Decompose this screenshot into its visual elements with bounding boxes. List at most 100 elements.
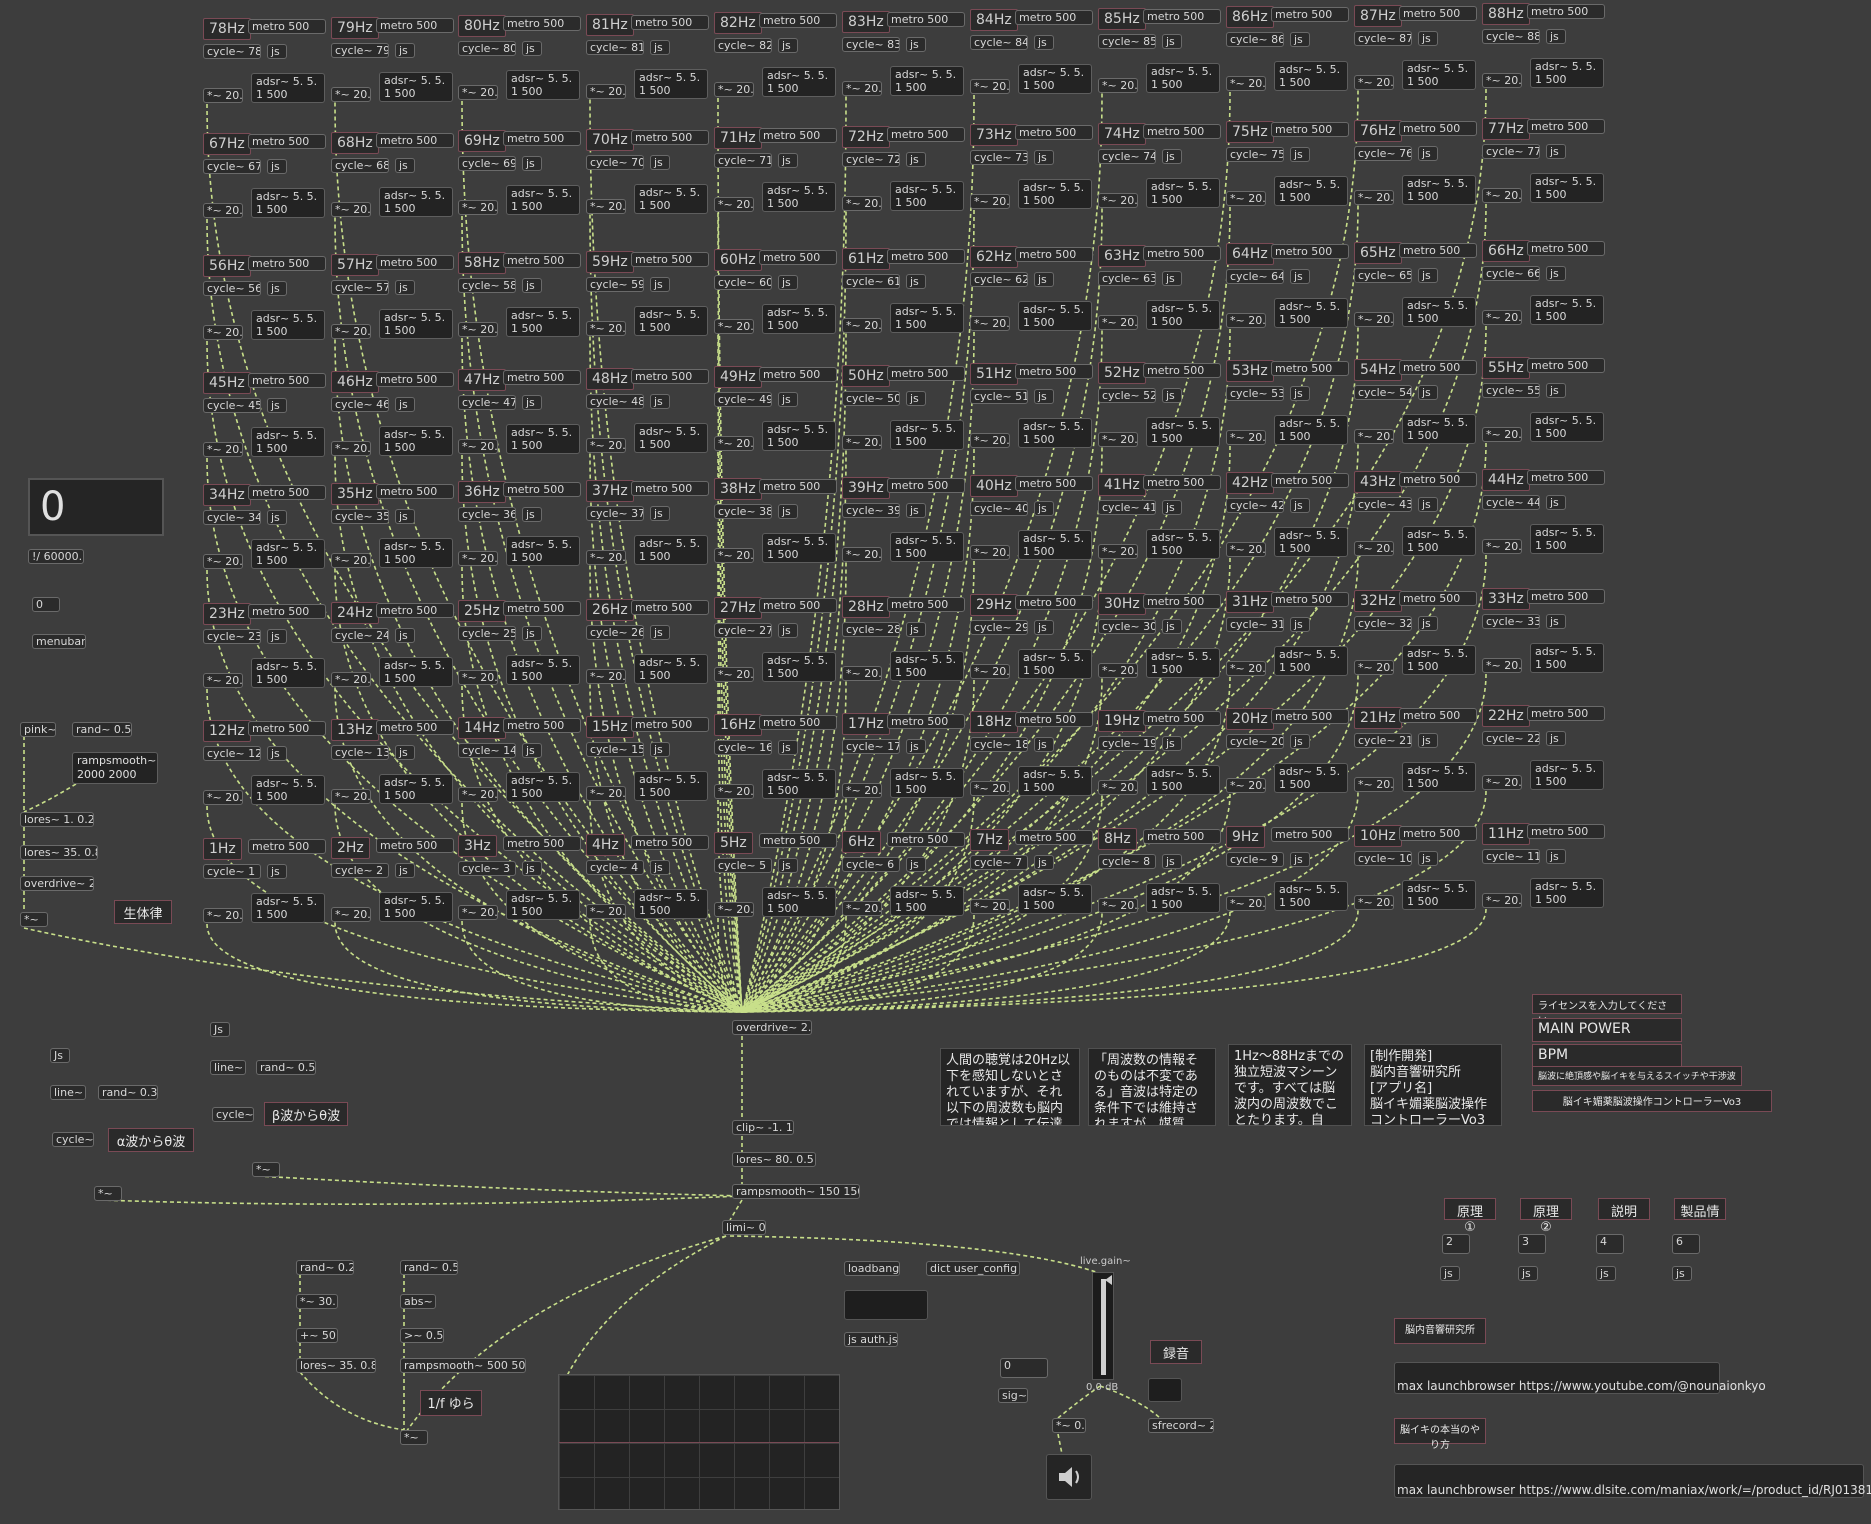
hz-button[interactable]: 14Hz: [458, 717, 506, 739]
metro-object[interactable]: metro 500: [503, 16, 581, 31]
hz-button[interactable]: 20Hz: [1226, 708, 1274, 730]
metro-object[interactable]: metro 500: [631, 716, 709, 732]
adsr-object[interactable]: adsr~ 5. 5. 1 500: [890, 419, 964, 450]
principle-1-number[interactable]: 2: [1442, 1234, 1470, 1254]
adsr-object[interactable]: adsr~ 5. 5. 1 500: [1146, 416, 1220, 447]
js-object[interactable]: js: [267, 746, 287, 761]
adsr-object[interactable]: adsr~ 5. 5. 1 500: [890, 885, 964, 916]
cycle-object[interactable]: cycle~ 2: [331, 862, 389, 878]
yuragi-add-object[interactable]: +~ 50.: [296, 1328, 338, 1343]
mul-object[interactable]: *~ 20.: [458, 670, 498, 685]
mul-object[interactable]: *~ 20.: [842, 80, 882, 96]
adsr-object[interactable]: adsr~ 5. 5. 1 500: [1146, 647, 1220, 678]
adsr-object[interactable]: adsr~ 5. 5. 1 500: [890, 650, 964, 681]
js-object[interactable]: js: [778, 392, 798, 407]
hz-button[interactable]: 39Hz: [842, 476, 890, 499]
adsr-object[interactable]: adsr~ 5. 5. 1 500: [506, 536, 580, 566]
adsr-object[interactable]: adsr~ 5. 5. 1 500: [634, 888, 708, 919]
js-object[interactable]: js: [395, 42, 415, 58]
mul-object[interactable]: *~ 20.: [331, 201, 371, 217]
adsr-object[interactable]: adsr~ 5. 5. 1 500: [1146, 299, 1220, 330]
mul-object[interactable]: *~ 20.: [842, 434, 882, 450]
adsr-object[interactable]: adsr~ 5. 5. 1 500: [634, 653, 708, 684]
metro-object[interactable]: metro 500: [1527, 358, 1605, 373]
metro-object[interactable]: metro 500: [759, 13, 837, 28]
lab-howto-button[interactable]: 脳イキの本当のやり方: [1394, 1418, 1486, 1451]
mul-object[interactable]: *~ 20.: [1226, 661, 1266, 676]
metro-object[interactable]: metro 500: [1271, 592, 1349, 607]
cycle-object[interactable]: cycle~ 23: [203, 629, 261, 644]
yuragi-lores-object[interactable]: lores~ 35. 0.8: [296, 1358, 376, 1373]
adsr-object[interactable]: adsr~ 5. 5. 1 500: [1530, 878, 1604, 908]
adsr-object[interactable]: adsr~ 5. 5. 1 500: [379, 186, 453, 217]
adsr-object[interactable]: adsr~ 5. 5. 1 500: [1274, 415, 1348, 445]
js-object[interactable]: js: [778, 740, 798, 755]
lores-object-2[interactable]: lores~ 35. 0.8: [20, 845, 98, 860]
js-object[interactable]: js: [1546, 266, 1566, 281]
js-object[interactable]: js: [1418, 384, 1438, 400]
adsr-object[interactable]: adsr~ 5. 5. 1 500: [762, 67, 836, 97]
hz-button[interactable]: 67Hz: [203, 133, 251, 155]
js-object[interactable]: js: [1034, 737, 1054, 752]
master-rampsmooth-object[interactable]: rampsmooth~ 150 150: [732, 1184, 860, 1199]
hz-button[interactable]: 61Hz: [842, 247, 890, 270]
js-object[interactable]: js: [267, 159, 287, 174]
cycle-object[interactable]: cycle~ 26: [586, 624, 644, 640]
adsr-object[interactable]: adsr~ 5. 5. 1 500: [379, 891, 453, 922]
metro-object[interactable]: metro 500: [1399, 5, 1477, 21]
metro-object[interactable]: metro 500: [1271, 709, 1349, 724]
js-object[interactable]: js: [1546, 495, 1566, 510]
zero-message[interactable]: 0: [32, 597, 60, 612]
adsr-object[interactable]: adsr~ 5. 5. 1 500: [634, 422, 708, 453]
js-object[interactable]: js: [778, 153, 798, 168]
adsr-object[interactable]: adsr~ 5. 5. 1 500: [251, 658, 325, 688]
mul-object[interactable]: *~ 20.: [1482, 658, 1522, 673]
hz-button[interactable]: 45Hz: [203, 372, 251, 394]
metro-object[interactable]: metro 500: [1271, 473, 1349, 488]
hz-button[interactable]: 73Hz: [970, 124, 1018, 146]
mul-object[interactable]: *~ 20.: [331, 323, 371, 339]
hz-button[interactable]: 1Hz: [203, 838, 242, 860]
mul-object[interactable]: *~ 20.: [331, 552, 371, 568]
metro-object[interactable]: metro 500: [1271, 122, 1349, 137]
live-gain-slider[interactable]: [1092, 1272, 1114, 1380]
beta-cycle-object[interactable]: cycle~: [212, 1107, 254, 1122]
adsr-object[interactable]: adsr~ 5. 5. 1 500: [1018, 766, 1092, 796]
abs-object[interactable]: abs~: [400, 1294, 436, 1309]
lab-youtube-button[interactable]: 脳内音響研究所: [1394, 1318, 1486, 1344]
hz-button[interactable]: 43Hz: [1354, 470, 1402, 493]
metro-object[interactable]: metro 500: [887, 477, 965, 493]
hz-button[interactable]: 81Hz: [586, 13, 634, 36]
product-info-number[interactable]: 6: [1672, 1234, 1700, 1254]
cycle-object[interactable]: cycle~ 33: [1482, 614, 1540, 629]
product-info-js[interactable]: js: [1672, 1266, 1692, 1281]
black-message-box[interactable]: [844, 1290, 928, 1320]
cycle-object[interactable]: cycle~ 52: [1098, 387, 1156, 403]
metro-object[interactable]: metro 500: [248, 373, 326, 388]
cycle-object[interactable]: cycle~ 18: [970, 737, 1028, 752]
metro-object[interactable]: metro 500: [1015, 247, 1093, 262]
greater-than-object[interactable]: >~ 0.5: [400, 1328, 444, 1343]
hz-button[interactable]: 3Hz: [458, 835, 497, 857]
adsr-object[interactable]: adsr~ 5. 5. 1 500: [1018, 884, 1092, 914]
cycle-object[interactable]: cycle~ 65: [1354, 267, 1412, 283]
mul-object[interactable]: *~ 20.: [1482, 73, 1522, 88]
hz-button[interactable]: 38Hz: [714, 478, 762, 500]
metro-object[interactable]: metro 500: [631, 834, 709, 850]
yuragi-rand-object-1[interactable]: rand~ 0.2: [296, 1260, 354, 1275]
mul-object[interactable]: *~ 20.: [1226, 191, 1266, 206]
metro-object[interactable]: metro 500: [1143, 362, 1221, 378]
js-object[interactable]: js: [906, 502, 926, 518]
alpha-theta-button[interactable]: α波からθ波: [108, 1128, 194, 1152]
mul-object[interactable]: *~ 20.: [458, 200, 498, 215]
mul-object[interactable]: *~ 20.: [970, 316, 1010, 331]
metro-object[interactable]: metro 500: [503, 131, 581, 146]
cycle-object[interactable]: cycle~ 14: [458, 743, 516, 758]
lores-object-1[interactable]: lores~ 1. 0.2: [20, 812, 94, 827]
hz-button[interactable]: 42Hz: [1226, 472, 1274, 494]
mul-object[interactable]: *~ 20.: [203, 203, 243, 218]
cycle-object[interactable]: cycle~ 54: [1354, 384, 1412, 400]
cycle-object[interactable]: cycle~ 80: [458, 41, 516, 56]
metro-object[interactable]: metro 500: [1271, 7, 1349, 22]
adsr-object[interactable]: adsr~ 5. 5. 1 500: [1274, 646, 1348, 676]
